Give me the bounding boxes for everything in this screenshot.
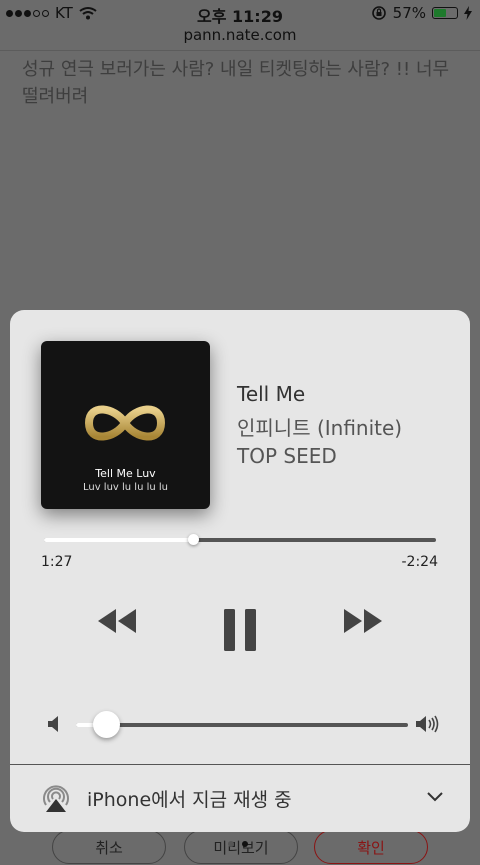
fast-forward-button[interactable] xyxy=(342,607,384,635)
remaining-time: -2:24 xyxy=(401,554,439,570)
airplay-icon xyxy=(43,785,69,812)
preview-button[interactable]: 미리보기 xyxy=(184,830,298,864)
chevron-down-icon[interactable] xyxy=(426,791,444,803)
rotation-lock-icon xyxy=(371,6,386,20)
album-artwork[interactable]: Tell Me Luv Luv luv lu lu lu lu xyxy=(41,341,210,509)
page-dot xyxy=(228,841,234,847)
status-right: 57% xyxy=(371,4,472,22)
scrubber-played xyxy=(44,538,193,542)
track-title: Tell Me xyxy=(237,382,306,406)
rewind-button[interactable] xyxy=(96,607,138,635)
airplay-output-row[interactable]: iPhone에서 지금 재생 중 xyxy=(10,765,470,832)
page-indicator xyxy=(228,841,248,847)
artwork-subtitle: Luv luv lu lu lu lu xyxy=(82,482,169,493)
playback-scrubber[interactable] xyxy=(44,534,436,545)
artwork-title: Tell Me Luv xyxy=(95,467,156,480)
infinity-logo-icon xyxy=(84,405,166,441)
volume-high-icon xyxy=(416,715,439,733)
volume-handle[interactable] xyxy=(92,711,120,738)
track-artist: 인피니트 (Infinite) xyxy=(237,416,403,440)
volume-slider[interactable] xyxy=(76,711,408,738)
now-playing-panel: Tell Me Luv Luv luv lu lu lu lu Tell Me … xyxy=(10,310,470,832)
confirm-button[interactable]: 확인 xyxy=(314,830,428,864)
elapsed-time: 1:27 xyxy=(41,554,73,570)
address-bar-url[interactable]: pann.nate.com xyxy=(0,26,480,44)
page-dot-active xyxy=(242,841,248,847)
volume-low-icon xyxy=(48,716,58,732)
airplay-output-label: iPhone에서 지금 재생 중 xyxy=(87,789,292,811)
scrubber-handle[interactable] xyxy=(187,534,199,545)
cancel-button[interactable]: 취소 xyxy=(52,830,166,864)
track-album: TOP SEED xyxy=(237,444,337,468)
battery-percent: 57% xyxy=(392,4,426,22)
charging-icon xyxy=(464,6,472,20)
pause-button[interactable] xyxy=(224,609,256,651)
battery-icon xyxy=(432,7,458,19)
page-content-text: 성규 연극 보러가는 사람? 내일 티켓팅하는 사람? !! 너무 떨려버려 xyxy=(22,59,450,107)
status-bar: KT 오후 11:29 57% xyxy=(0,0,480,26)
divider xyxy=(0,50,480,51)
